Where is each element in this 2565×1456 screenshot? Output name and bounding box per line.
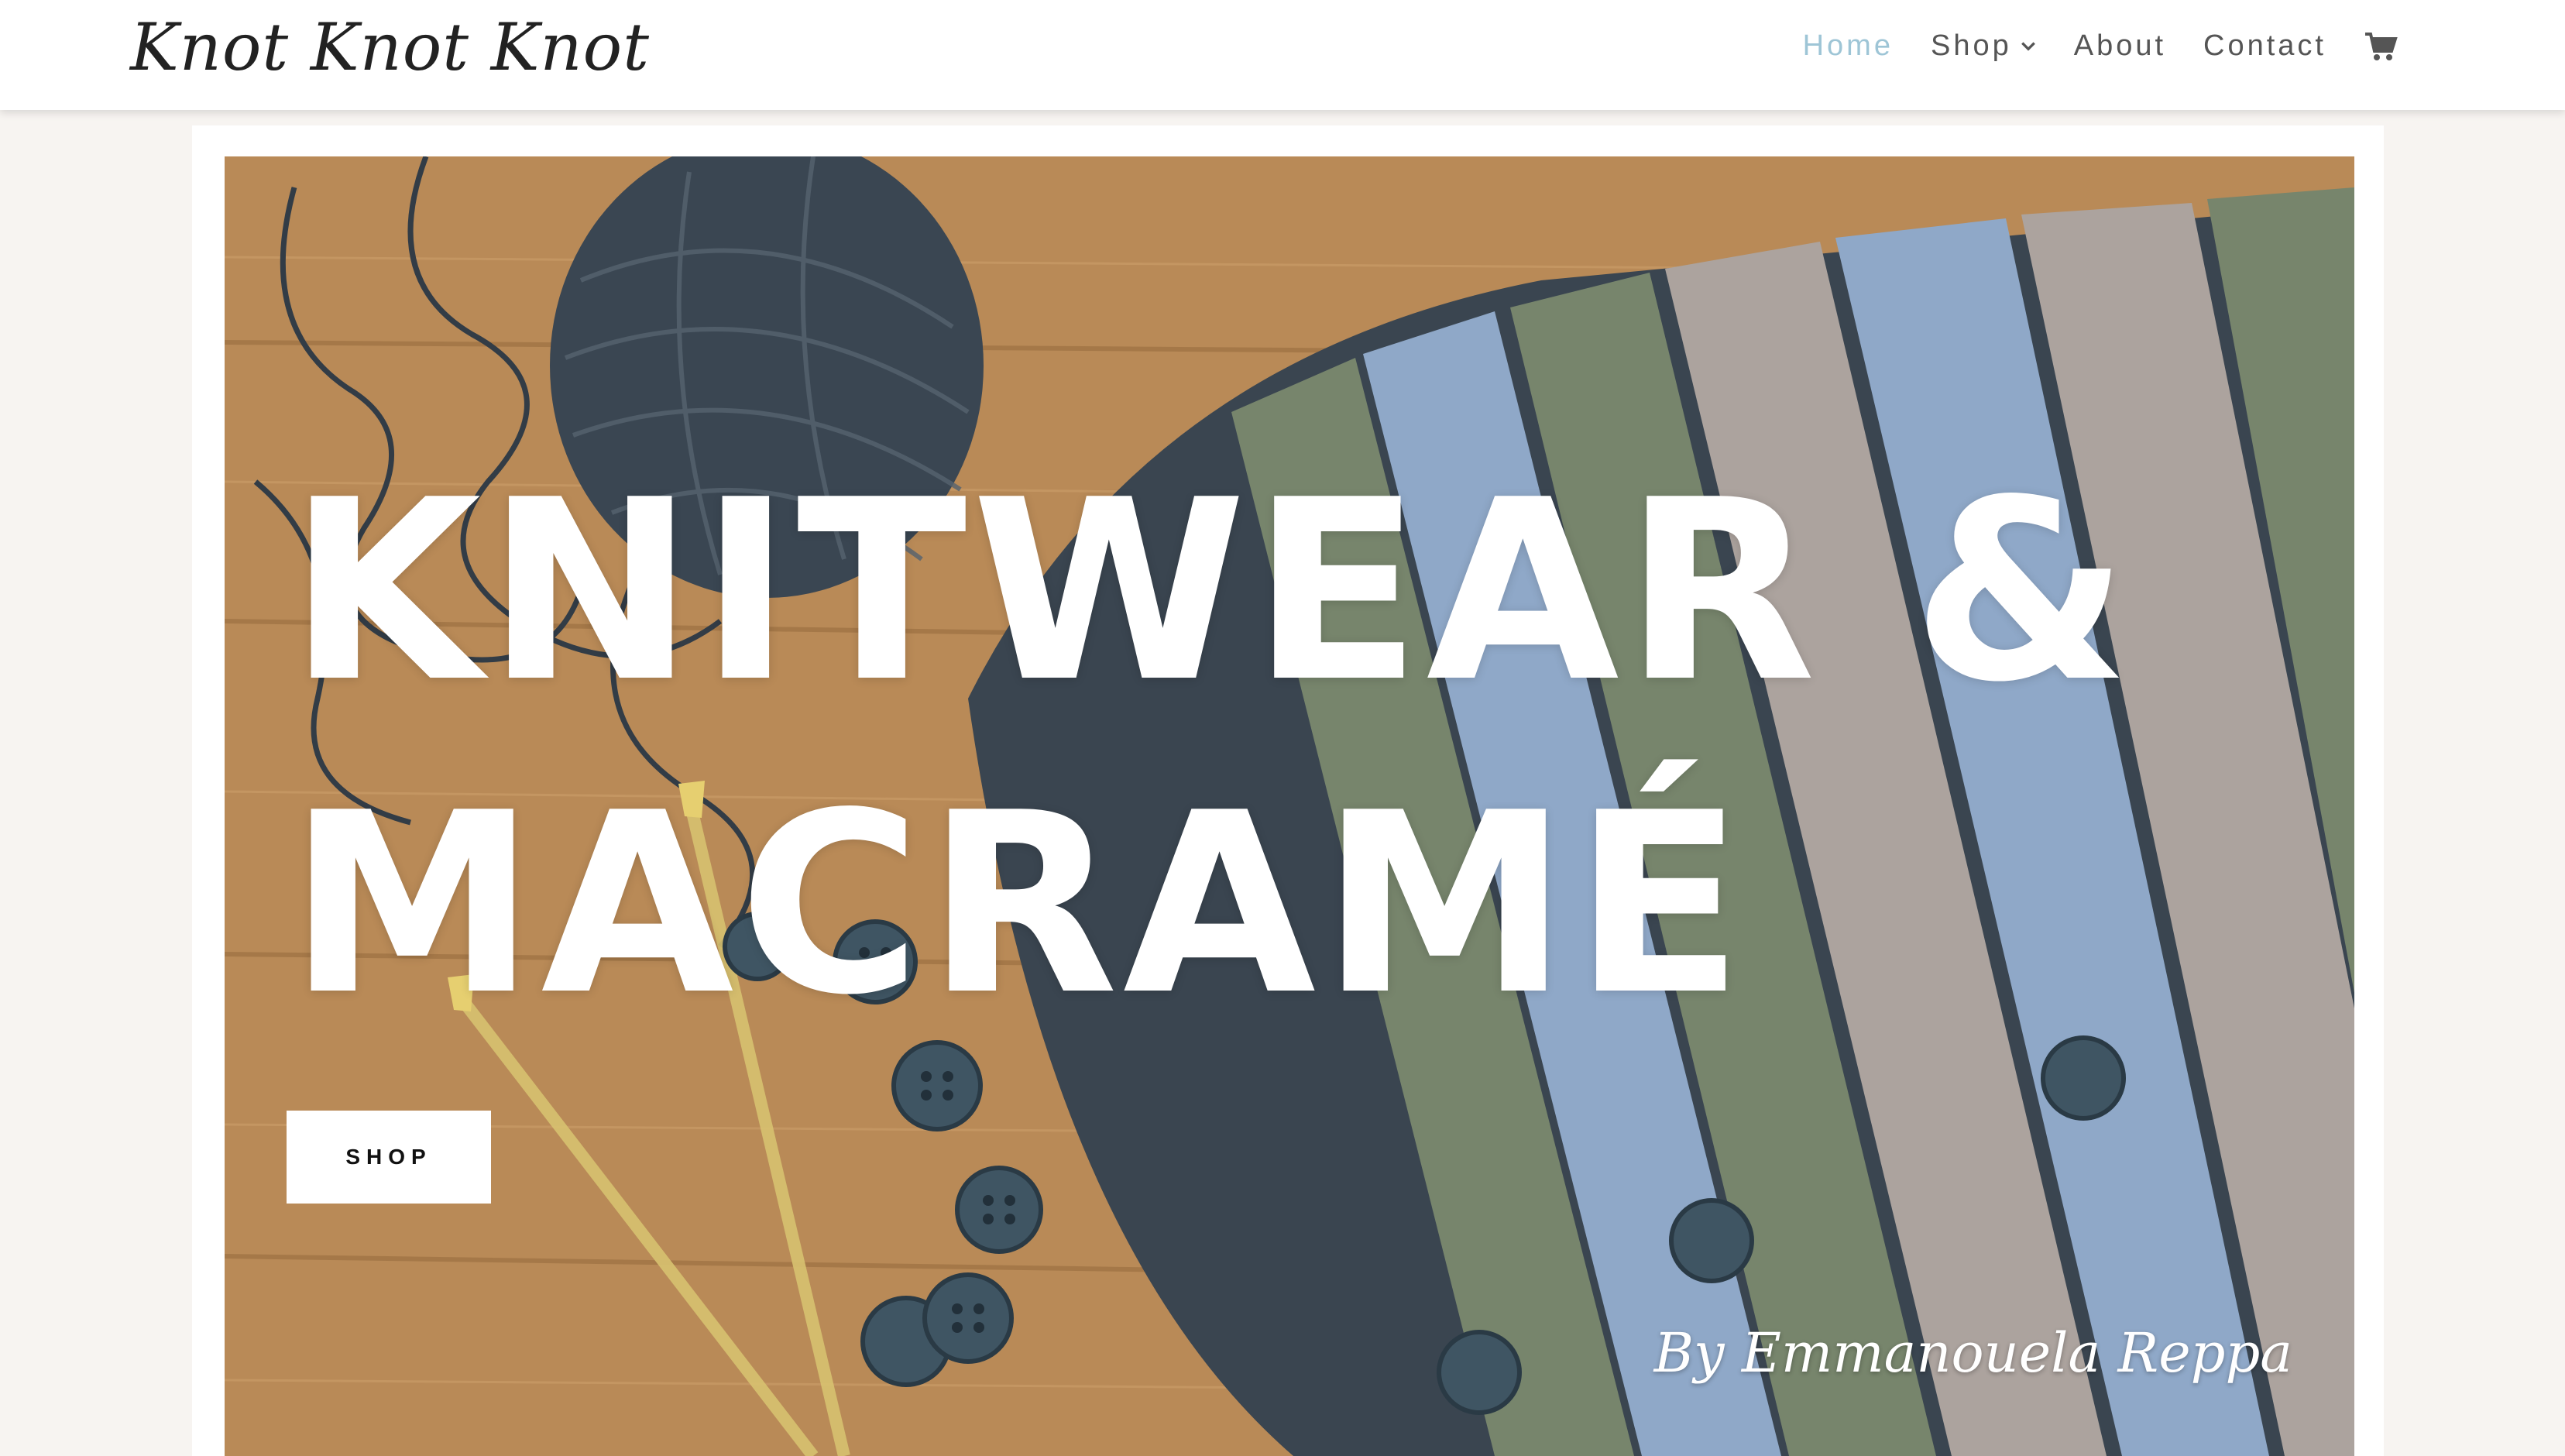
- site-logo[interactable]: Knot Knot Knot: [130, 9, 650, 85]
- nav-label-about: About: [2073, 29, 2167, 62]
- nav-item-home[interactable]: Home: [1803, 29, 1894, 63]
- site-header: Knot Knot Knot Home Shop About Contact: [0, 0, 2565, 110]
- hero-title-line-1: KNITWEAR &: [288, 446, 2134, 737]
- nav-item-contact[interactable]: Contact: [2203, 29, 2326, 63]
- hero-section: KNITWEAR & MACRAMÉ SHOP By Emmanouela Re…: [225, 156, 2354, 1456]
- hero-title: KNITWEAR & MACRAMÉ: [288, 435, 2302, 1061]
- shop-button[interactable]: SHOP: [287, 1111, 491, 1204]
- nav-label-contact: Contact: [2203, 29, 2326, 62]
- nav-label-home: Home: [1802, 29, 1894, 62]
- cart-icon[interactable]: [2364, 31, 2398, 62]
- nav-item-about[interactable]: About: [2074, 29, 2166, 63]
- main-nav: Home Shop About Contact: [1803, 29, 2398, 63]
- hero-signature: By Emmanouela Reppa: [1653, 1321, 2292, 1385]
- nav-item-shop[interactable]: Shop: [1931, 29, 2037, 63]
- hero-title-line-2: MACRAMÉ: [288, 759, 1749, 1049]
- chevron-down-icon: [2021, 41, 2035, 51]
- nav-label-shop: Shop: [1930, 29, 2012, 62]
